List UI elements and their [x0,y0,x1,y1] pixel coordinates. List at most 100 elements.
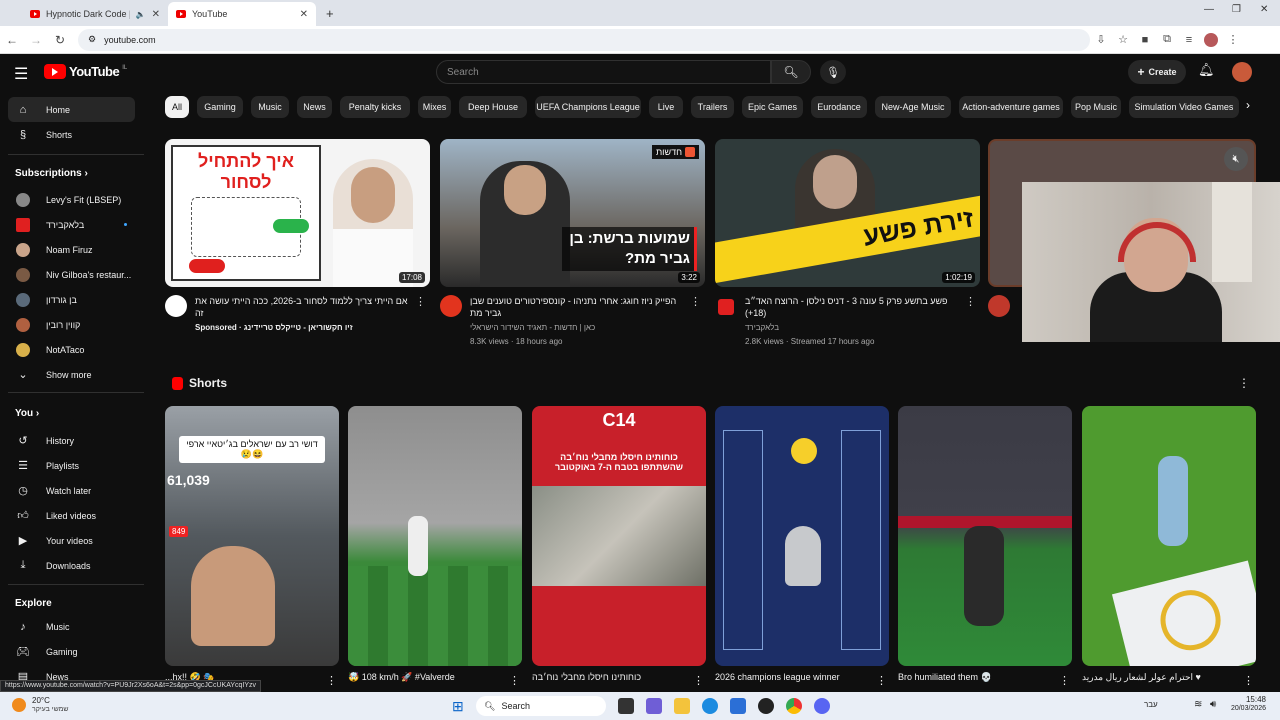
user-avatar[interactable] [1232,62,1252,82]
forward-icon[interactable]: → [24,33,48,47]
url-field[interactable]: ⚙ youtube.com [78,28,1090,51]
weather-icon[interactable] [12,698,26,712]
windows-start-icon[interactable]: ⊞ [452,698,464,715]
volume-icon[interactable]: 🔊︎ [1210,699,1216,710]
show-more-button[interactable]: ⌄ Show more [8,362,135,387]
sidebar-sub-item[interactable]: Niv Gilboa's restaur... [8,262,135,287]
video-title[interactable]: הפייק ניוז חוגג: אחרי נתניהו - קונספירטו… [470,295,692,319]
short-card[interactable]: C14 כוחותינו חיסלו מחבלי נוח׳בה שהשתתפו … [532,406,706,687]
short-thumbnail[interactable] [898,406,1072,666]
back-icon[interactable]: ← [0,33,24,47]
speaker-icon[interactable]: 🔈 [136,10,146,19]
short-card[interactable]: דושי רב עם ישראלים בג׳יטאיי ארפי 😆😢 61,0… [165,406,339,687]
channel-name[interactable]: כאן | חדשות - תאגיד השידור הישראלי [470,323,692,332]
menu-kebab-icon[interactable]: ⋮ [1222,33,1244,46]
chip[interactable]: Penalty kicks [340,96,410,118]
more-options-icon[interactable]: ⋮ [326,674,337,687]
close-window-icon[interactable]: ✕ [1260,4,1268,15]
more-options-icon[interactable]: ⋮ [509,674,520,687]
short-card[interactable]: 2026 champions league winner ⋮ [715,406,889,687]
more-options-icon[interactable]: ⋮ [690,295,701,308]
channel-avatar[interactable] [988,295,1010,317]
file-explorer-icon[interactable] [674,698,690,714]
chrome-icon[interactable] [786,698,802,714]
video-title[interactable]: פשע בתשע פרק 5 עונה 3 - דניס נילסן - הרו… [745,295,967,319]
sidebar-item-watch-later[interactable]: ◷ Watch later [8,478,135,503]
more-options-icon[interactable]: ⋮ [1059,674,1070,687]
sidebar-item-liked[interactable]: 👍︎ Liked videos [8,503,135,528]
taskbar-search[interactable]: 🔍︎ Search [476,696,606,716]
video-card[interactable]: זירת פשע 1:02:19 פשע בתשע פרק 5 עונה 3 -… [715,139,980,355]
profile-avatar[interactable] [1204,32,1218,47]
new-tab-icon[interactable]: + [326,6,334,21]
short-thumbnail[interactable]: דושי רב עם ישראלים בג׳יטאיי ארפי 😆😢 61,0… [165,406,339,666]
minimize-icon[interactable]: — [1204,4,1214,15]
short-title[interactable]: Bro humiliated them 💀 [898,672,1058,686]
task-view-icon[interactable] [618,698,634,714]
sidebar-item-home[interactable]: ⌂ Home [8,97,135,122]
sidebar-sub-item[interactable]: בן גורדון [8,287,135,312]
store-icon[interactable] [730,698,746,714]
app-icon[interactable] [758,698,774,714]
short-title[interactable]: ♥ احترام عولر لشعار ريال مدريد [1082,672,1242,686]
search-button[interactable]: 🔍︎ [771,60,811,84]
more-options-icon[interactable]: ⋮ [1243,674,1254,687]
bookmark-star-icon[interactable]: ☆ [1112,33,1134,46]
short-thumbnail[interactable] [348,406,522,666]
chip[interactable]: Epic Games [742,96,803,118]
sidebar-item-downloads[interactable]: ⤓ Downloads [8,553,135,578]
chip[interactable]: Live [649,96,683,118]
short-card[interactable]: 🤯 108 km/h 🚀 #Valverde ⋮ [348,406,522,687]
media-control-icon[interactable]: ≡ [1178,34,1200,46]
short-title[interactable]: כוחותינו חיסלו מחבלי נוח׳בה [532,672,692,686]
chip[interactable]: Gaming [197,96,243,118]
close-tab-icon[interactable]: ✕ [300,9,308,20]
more-options-icon[interactable]: ⋮ [965,295,976,308]
channel-avatar[interactable] [165,295,187,317]
reload-icon[interactable]: ↻ [48,33,72,47]
chip[interactable]: New-Age Music [875,96,951,118]
sidebar-sub-item[interactable]: NotATaco [8,337,135,362]
chip[interactable]: Trailers [691,96,734,118]
hamburger-menu-icon[interactable]: ☰ [14,64,28,84]
copilot-icon[interactable] [646,698,662,714]
channel-name[interactable]: בלאקבירד [745,323,967,332]
short-title[interactable]: 2026 champions league winner [715,672,875,686]
chip[interactable]: Deep House [459,96,527,118]
maximize-icon[interactable]: ❐ [1232,4,1241,15]
chip[interactable]: Pop Music [1071,96,1121,118]
tab-hypnotic[interactable]: Hypnotic Dark Code | Futur 🔈 ✕ [22,2,168,26]
chip[interactable]: Music [251,96,289,118]
voice-search-button[interactable]: 🎙︎ [820,60,846,84]
sidebar-item-playlists[interactable]: ☰ Playlists [8,453,135,478]
sidebar-item-history[interactable]: ↺ History [8,428,135,453]
short-card[interactable]: ♥ احترام عولر لشعار ريال مدريد ⋮ [1082,406,1256,687]
more-options-icon[interactable]: ⋮ [876,674,887,687]
subscriptions-heading[interactable]: Subscriptions › [15,168,88,179]
tab-youtube[interactable]: YouTube ✕ [168,2,316,26]
more-options-icon[interactable]: ⋮ [693,674,704,687]
video-title[interactable]: אם הייתי צריך ללמוד לסחור ב-2026, ככה הי… [195,295,417,319]
sidebar-item-shorts[interactable]: § Shorts [8,122,135,147]
extensions-puzzle-icon[interactable]: ⧉ [1156,33,1178,46]
extension-icon[interactable]: ■ [1134,34,1156,46]
weather-temp[interactable]: 20°C [32,696,50,705]
more-options-icon[interactable]: ⋮ [415,295,426,308]
sidebar-sub-item[interactable]: קווין רובין [8,312,135,337]
sidebar-sub-item[interactable]: בלאקבירד [8,212,135,237]
youtube-logo[interactable]: YouTube IL [44,64,127,79]
short-card[interactable]: Bro humiliated them 💀 ⋮ [898,406,1072,687]
short-thumbnail[interactable] [1082,406,1256,666]
chip[interactable]: Mixes [418,96,451,118]
short-thumbnail[interactable]: C14 כוחותינו חיסלו מחבלי נוח׳בה שהשתתפו … [532,406,706,666]
channel-name[interactable]: Sponsored · זיו חקשוריאן - טייקלס טריידי… [195,323,417,332]
chevron-right-icon[interactable]: › [1246,98,1250,112]
video-card[interactable]: חדשות שמועות ברשת: בן גביר מת? 3:22 הפיי… [440,139,705,355]
channel-avatar[interactable] [440,295,462,317]
video-thumbnail[interactable]: איך להתחיל לסחור 17:08 [165,139,430,287]
sidebar-sub-item[interactable]: Levy's Fit (LBSEP) [8,187,135,212]
chip[interactable]: Eurodance [811,96,867,118]
discord-icon[interactable] [814,698,830,714]
wifi-icon[interactable]: ≋ [1194,699,1202,710]
chip[interactable]: News [297,96,332,118]
